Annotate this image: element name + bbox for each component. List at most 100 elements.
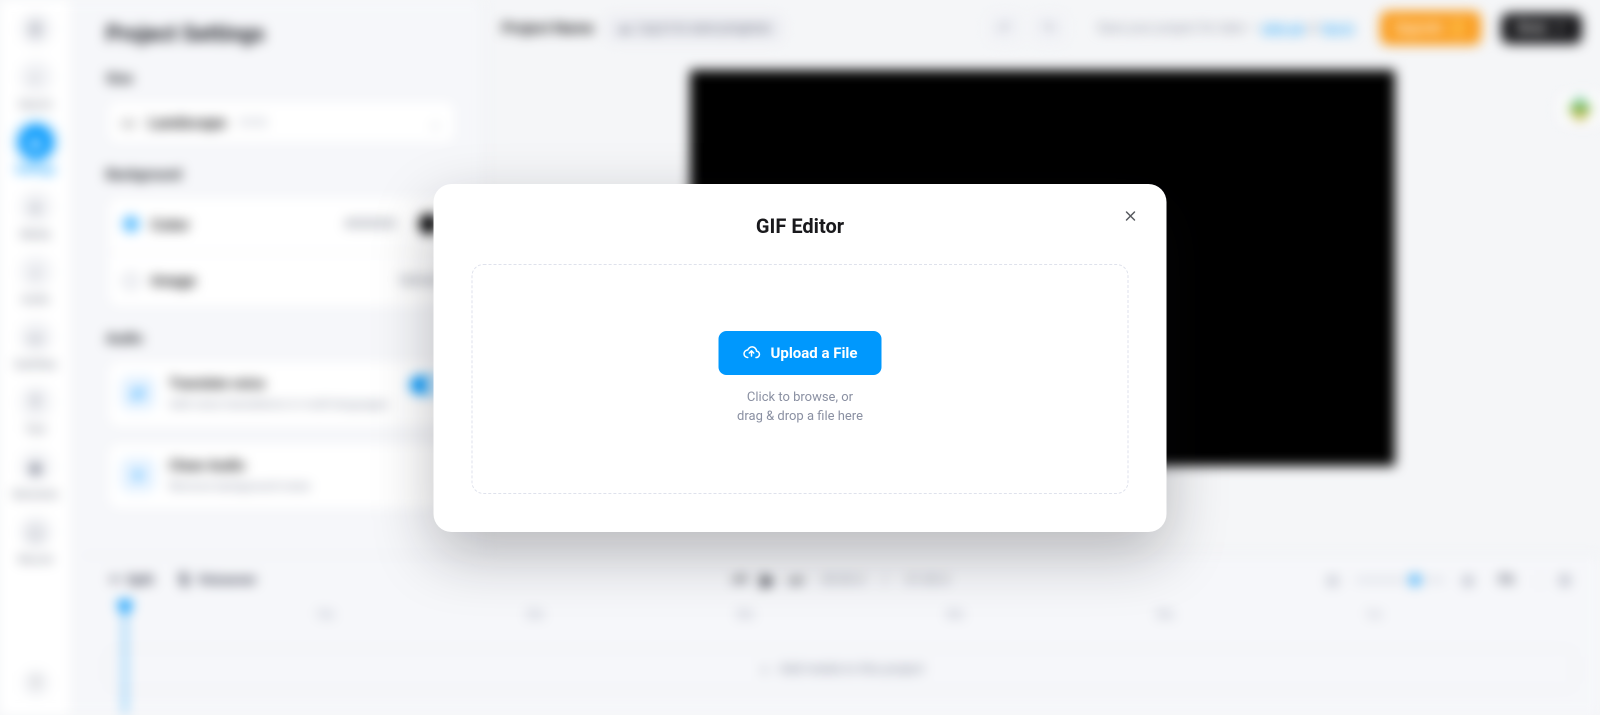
sidebar-item-media[interactable]: ＋ Media [6,190,66,241]
settings-title: Project Settings [106,22,457,47]
upload-file-button[interactable]: Upload a File [719,331,882,375]
audio-section-label: Audio [106,331,457,347]
voiceover-button[interactable]: 🎙 Voiceover [176,573,257,588]
zoom-out-button[interactable]: ⊖ [1326,571,1339,590]
sidebar-item-label: Search [19,98,53,111]
redo-button[interactable]: ↷ [1032,13,1066,43]
gif-editor-modal: GIF Editor Upload a File Click to browse… [434,184,1167,532]
aspect-ratio-value: Landscape [148,113,226,132]
zoom-in-button[interactable]: ⊕ [1461,571,1474,590]
signup-link[interactable]: sign up [1262,21,1304,36]
split-label: Split [127,573,154,588]
size-section-label: Size [106,71,457,87]
playhead[interactable] [124,608,126,714]
login-hint-text: Log in to save progress [637,21,771,36]
sidebar-item-label: Elements [13,488,59,501]
ruler-mark: 30s [736,608,946,638]
background-color-option[interactable]: Color #000000 [107,196,456,252]
upload-cloud-icon [743,344,761,362]
time-separator: / [883,573,888,588]
audio-icon: ♪ [19,255,53,289]
modal-title: GIF Editor [472,214,1129,238]
aspect-ratio-select[interactable]: ▭ Landscape (16:9) ⌄ [106,99,457,145]
clean-audio-card[interactable]: ✦ Clean Audio Remove background noise [106,441,457,511]
stack-icon [1567,96,1592,121]
current-time: 00:00.0 [822,573,865,588]
zoom-slider[interactable] [1355,578,1445,582]
sidebar-item-label: Settings [15,163,56,176]
sidebar-item-settings[interactable]: ◉ Settings [6,125,66,176]
timeline-settings-button[interactable]: ⚙ [1558,571,1572,590]
subtitles-icon: ▭ [19,320,53,354]
dropzone-hint: Click to browse, or drag & drop a file h… [737,389,863,427]
clean-audio-title: Clean Audio [169,458,442,474]
sidebar-item-record[interactable]: ▢ Record [6,515,66,566]
scissors-icon: ✂ [110,573,121,588]
mic-icon: 🎙 [176,573,193,588]
background-image-option[interactable]: Image Upload [107,252,456,308]
radio-checked-icon [123,216,139,232]
project-name[interactable]: Project Name [502,19,594,37]
clean-audio-desc: Remove background noise [169,478,442,494]
record-icon: ▢ [19,515,53,549]
modal-close-button[interactable] [1117,202,1145,230]
background-options: Color #000000 Image Upload [106,195,457,309]
background-section-label: Background [106,167,457,183]
translate-title: Translate voice [169,376,396,392]
ruler-mark: 40s [946,608,1156,638]
login-link[interactable]: log in [1322,21,1353,36]
add-media-track[interactable]: ＋ Add media to this project [106,648,1576,690]
sparkle-icon: ✦ [121,458,155,492]
ruler-mark: 50s [1156,608,1366,638]
upgrade-button[interactable]: Upgrade ⚡ [1380,11,1481,45]
aspect-ratio-tag: (16:9) [238,116,267,129]
bg-color-value: #000000 [344,217,396,232]
help-button[interactable]: ? [22,669,50,697]
timeline-ruler[interactable]: 10s 20s 30s 40s 50s 1m [106,608,1576,638]
cloud-icon: ☁ [618,21,631,36]
bg-color-label: Color [151,215,189,234]
login-hint-chip[interactable]: ☁ Log in to save progress [606,15,783,42]
done-button[interactable]: Done ✓ [1501,13,1582,44]
close-icon [1123,208,1139,224]
zoom-handle[interactable] [1407,572,1423,588]
radio-unchecked-icon [123,273,139,289]
sidebar-item-search[interactable]: ⌕ Search [6,60,66,111]
upgrade-label: Upgrade [1394,21,1443,36]
voiceover-label: Voiceover [198,573,256,588]
sidebar-item-menu[interactable]: ☰ [6,12,66,46]
dropzone-hint-line1: Click to browse, or [737,389,863,408]
bg-image-label: Image [151,271,196,290]
timeline-panel: ✂ Split 🎙 Voiceover ⏮ ▶ ⏭ 00:00.0 / 01:0… [82,555,1600,715]
upload-dropzone[interactable]: Upload a File Click to browse, or drag &… [472,264,1129,494]
save-hint: Save your project for later — sign up or… [1098,21,1354,36]
sidebar-item-text[interactable]: T Text [6,385,66,436]
right-floating-badge[interactable] [1558,92,1600,126]
sidebar-item-label: Audio [21,293,49,306]
ruler-mark: 10s [316,608,526,638]
elements-icon: ◆ [19,450,53,484]
play-button[interactable]: ▶ [761,570,775,591]
split-button[interactable]: ✂ Split [110,573,154,588]
sidebar-item-audio[interactable]: ♪ Audio [6,255,66,306]
sidebar-item-subtitles[interactable]: ▭ Subtitles [6,320,66,371]
add-media-label: Add media to this project [779,662,924,677]
media-icon: ＋ [19,190,53,224]
translate-voice-card[interactable]: ⇄ Translate voice Add voice translations… [106,359,457,429]
save-hint-connector: or [1304,21,1322,36]
left-toolbar: ☰ ⌕ Search ◉ Settings ＋ Media ♪ Audio ▭ … [0,0,72,715]
text-icon: T [19,385,53,419]
bolt-icon: ⚡ [1449,19,1467,37]
ruler-mark: 20s [526,608,736,638]
settings-icon: ◉ [19,125,53,159]
save-hint-prefix: Save your project for later — [1098,21,1263,36]
undo-button[interactable]: ↶ [988,13,1022,43]
skip-back-button[interactable]: ⏮ [733,570,747,590]
sidebar-item-label: Subtitles [14,358,57,371]
fit-button[interactable]: Fit [1491,569,1522,592]
skip-forward-button[interactable]: ⏭ [789,570,803,590]
sidebar-item-elements[interactable]: ◆ Elements [6,450,66,501]
total-time: 01:00.0 [906,573,949,588]
sidebar-item-label: Text [25,423,46,436]
translate-icon: ⇄ [121,376,155,410]
